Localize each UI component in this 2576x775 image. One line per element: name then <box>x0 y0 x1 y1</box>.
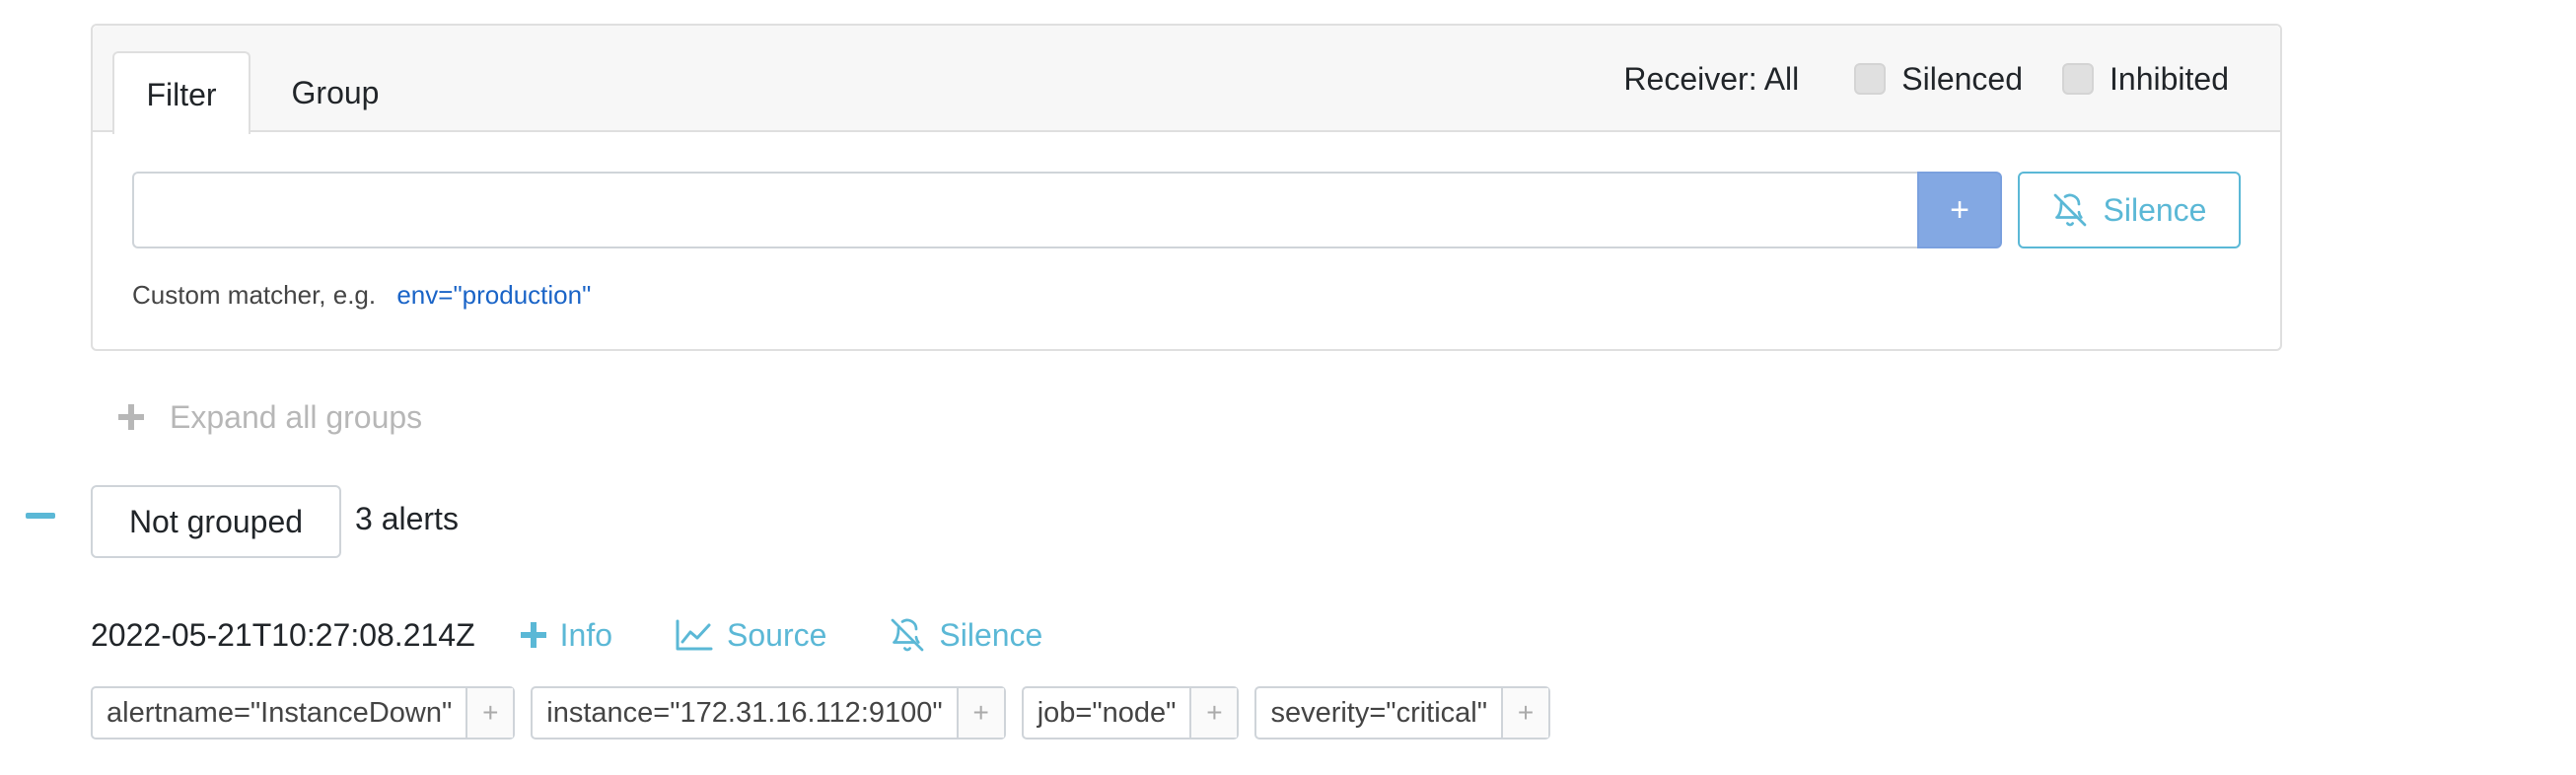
source-label: Source <box>727 616 827 653</box>
alert-silence-button[interactable]: Silence <box>890 617 1042 654</box>
label-chip-severity: severity="critical" + <box>1254 686 1551 740</box>
tab-group[interactable]: Group <box>266 51 404 134</box>
minus-icon[interactable] <box>26 513 55 519</box>
filter-options: Receiver: All Silenced Inhibited <box>1623 26 2280 132</box>
receiver-selector[interactable]: Receiver: All <box>1623 61 1799 98</box>
plus-icon <box>520 622 546 648</box>
inhibited-toggle[interactable]: Inhibited <box>2062 61 2229 98</box>
alert-timestamp: 2022-05-21T10:27:08.214Z <box>91 616 475 653</box>
bell-slash-icon <box>2052 192 2088 228</box>
label-instance[interactable]: instance="172.31.16.112:9100" <box>533 688 956 738</box>
alertmanager-page: Filter Group Receiver: All Silenced Inhi… <box>0 0 2576 775</box>
add-label-filter-button[interactable]: + <box>465 688 514 738</box>
chart-line-icon <box>676 619 713 651</box>
silence-label: Silence <box>939 616 1043 653</box>
silenced-toggle[interactable]: Silenced <box>1854 61 2023 98</box>
add-label-filter-button[interactable]: + <box>956 688 1004 738</box>
bell-slash-icon <box>890 617 925 653</box>
alert-count: 3 alerts <box>355 501 459 536</box>
inhibited-checkbox[interactable] <box>2062 63 2095 95</box>
hint-example-link[interactable]: env="production" <box>396 280 591 310</box>
label-chip-job: job="node" + <box>1021 686 1240 740</box>
expand-all-label: Expand all groups <box>170 398 423 435</box>
label-job[interactable]: job="node" <box>1024 688 1190 738</box>
silence-button-label: Silence <box>2103 191 2207 228</box>
alert-source-link[interactable]: Source <box>676 617 826 654</box>
add-label-filter-button[interactable]: + <box>1501 688 1549 738</box>
matcher-hint: Custom matcher, e.g. env="production" <box>132 280 591 311</box>
inhibited-label: Inhibited <box>2110 60 2229 97</box>
alert-item: 2022-05-21T10:27:08.214Z Info Source Sil… <box>91 611 1106 659</box>
silenced-checkbox[interactable] <box>1854 63 1887 95</box>
label-chip-alertname: alertname="InstanceDown" + <box>91 686 516 740</box>
add-label-filter-button[interactable]: + <box>1189 688 1238 738</box>
expand-all-groups-button[interactable]: Expand all groups <box>118 394 422 440</box>
silence-button[interactable]: Silence <box>2018 172 2241 248</box>
plus-icon <box>118 404 144 430</box>
label-alertname[interactable]: alertname="InstanceDown" <box>93 688 465 738</box>
group-name-button[interactable]: Not grouped <box>91 485 341 558</box>
info-label: Info <box>559 616 612 653</box>
alert-info-button[interactable]: Info <box>520 616 612 654</box>
matcher-input[interactable] <box>132 172 1917 248</box>
tab-filter[interactable]: Filter <box>112 51 250 134</box>
silenced-label: Silenced <box>1901 60 2024 97</box>
label-severity[interactable]: severity="critical" <box>1256 688 1501 738</box>
label-chip-instance: instance="172.31.16.112:9100" + <box>531 686 1006 740</box>
matcher-input-row: + Silence <box>132 172 2241 248</box>
filter-card: Filter Group Receiver: All Silenced Inhi… <box>91 24 2282 351</box>
hint-text: Custom matcher, e.g. <box>132 280 377 310</box>
alert-labels: alertname="InstanceDown" + instance="172… <box>91 686 1551 740</box>
add-matcher-button[interactable]: + <box>1917 172 2002 248</box>
filter-card-header: Filter Group Receiver: All Silenced Inhi… <box>93 26 2280 134</box>
